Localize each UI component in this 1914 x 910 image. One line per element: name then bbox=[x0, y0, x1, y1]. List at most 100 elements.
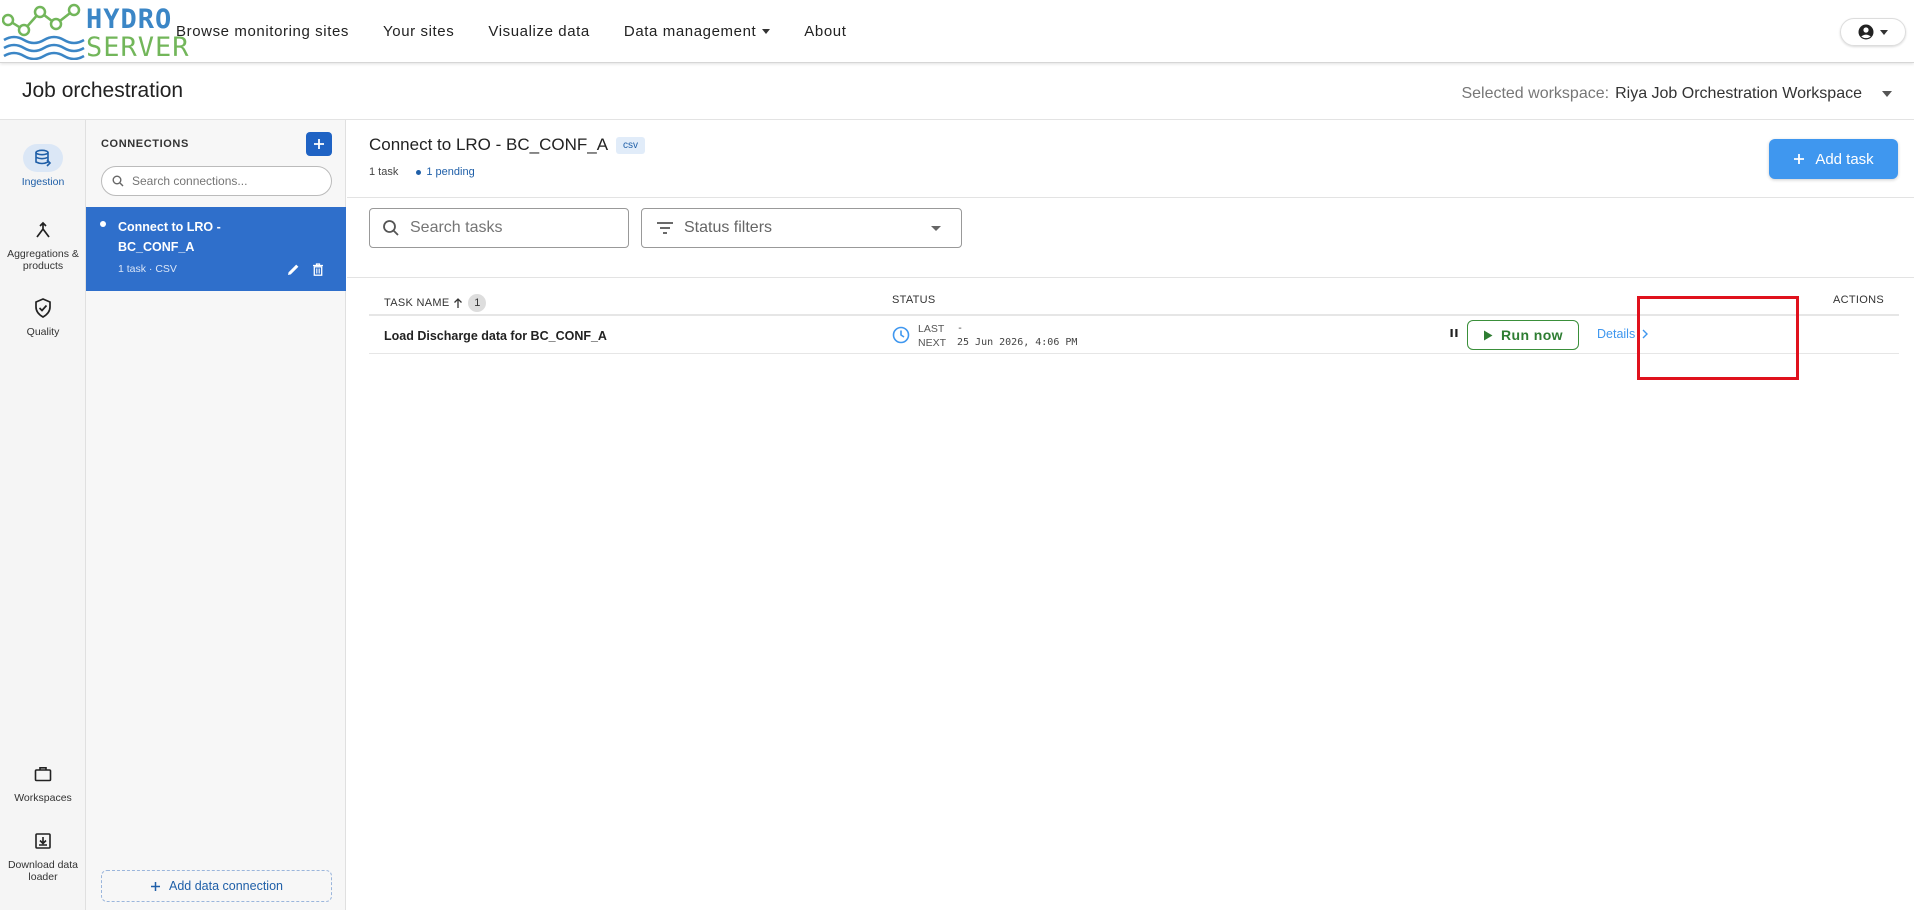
table-header: TASK NAME 1 STATUS ACTIONS bbox=[369, 280, 1899, 316]
pause-icon bbox=[1450, 329, 1458, 337]
last-run-line: LAST - bbox=[918, 322, 1077, 336]
database-import-icon bbox=[23, 144, 63, 172]
column-header-task-name[interactable]: TASK NAME 1 bbox=[384, 294, 487, 312]
column-header-status: STATUS bbox=[892, 294, 936, 306]
task-filter-bar: Status filters bbox=[347, 198, 1914, 278]
connection-title-text: Connect to LRO - BC_CONF_A bbox=[369, 135, 609, 154]
connection-search-input[interactable] bbox=[132, 174, 312, 188]
plus-icon bbox=[1794, 154, 1805, 164]
format-badge: csv bbox=[616, 136, 646, 154]
schedule-lines: LAST - NEXT 25 Jun 2026, 4:06 PM bbox=[918, 322, 1077, 350]
workspace-label: Selected workspace: bbox=[1461, 85, 1610, 102]
connection-header: Connect to LRO - BC_CONF_A csv 1 task 1 … bbox=[347, 120, 1914, 198]
connection-list-item-selected[interactable]: Connect to LRO - BC_CONF_A 1 task · CSV bbox=[86, 207, 346, 291]
nav-browse-monitoring-sites[interactable]: Browse monitoring sites bbox=[176, 23, 349, 40]
merge-icon bbox=[23, 216, 63, 244]
connections-title: CONNECTIONS bbox=[101, 138, 189, 150]
add-data-connection-button[interactable]: Add data connection bbox=[101, 870, 332, 902]
run-now-button[interactable]: Run now bbox=[1467, 320, 1579, 350]
hydroserver-logo[interactable]: HYDRO SERVER bbox=[1, 2, 189, 62]
filter-icon bbox=[657, 222, 673, 234]
plus-icon bbox=[151, 881, 160, 891]
plus-icon bbox=[314, 139, 324, 149]
status-filter-label: Status filters bbox=[684, 219, 773, 236]
rail-item-quality[interactable]: Quality bbox=[0, 294, 86, 338]
sort-order-badge: 1 bbox=[468, 294, 487, 312]
task-schedule-status: LAST - NEXT 25 Jun 2026, 4:06 PM bbox=[892, 322, 1077, 350]
rail-item-aggregations[interactable]: Aggregations & products bbox=[0, 216, 86, 272]
logo-line-1: HYDRO bbox=[86, 4, 173, 35]
nav-data-management[interactable]: Data management bbox=[623, 23, 771, 40]
add-connection-button[interactable] bbox=[306, 132, 332, 156]
task-details-label: Details bbox=[1597, 327, 1636, 341]
connection-title: Connect to LRO - BC_CONF_A csv bbox=[369, 135, 646, 155]
table-row[interactable]: Load Discharge data for BC_CONF_A LAST -… bbox=[369, 316, 1899, 354]
last-run-key: LAST bbox=[918, 323, 945, 335]
left-rail: Ingestion Aggregations & products Qualit… bbox=[0, 120, 86, 910]
user-menu-button[interactable] bbox=[1840, 18, 1906, 46]
logo-wordmark: HYDRO SERVER bbox=[86, 6, 190, 62]
add-task-button[interactable]: Add task bbox=[1769, 139, 1898, 179]
rail-label-aggregations: Aggregations & products bbox=[7, 248, 79, 272]
workspace-value: Riya Job Orchestration Workspace bbox=[1615, 85, 1862, 102]
search-icon bbox=[112, 175, 124, 187]
connection-stats: 1 task 1 pending bbox=[369, 166, 475, 178]
chevron-down-icon bbox=[1882, 91, 1892, 97]
task-count: 1 task bbox=[369, 166, 399, 178]
status-filter-select[interactable]: Status filters bbox=[641, 208, 962, 248]
chevron-down-icon bbox=[762, 29, 771, 34]
next-run-key: NEXT bbox=[918, 337, 947, 349]
next-run-value: 25 Jun 2026, 4:06 PM bbox=[957, 337, 1078, 348]
rail-label-workspaces: Workspaces bbox=[14, 792, 72, 804]
connection-search-field[interactable] bbox=[101, 166, 332, 196]
arrow-up-icon bbox=[454, 298, 463, 308]
delete-connection-button[interactable] bbox=[312, 263, 324, 281]
chevron-right-icon bbox=[1642, 329, 1649, 339]
account-circle-icon bbox=[1858, 24, 1874, 40]
download-box-icon bbox=[23, 827, 63, 855]
nav-about[interactable]: About bbox=[804, 23, 846, 40]
column-header-actions: ACTIONS bbox=[1833, 294, 1884, 306]
clock-icon bbox=[892, 326, 910, 344]
rail-label-download-loader: Download data loader bbox=[7, 859, 79, 883]
nav-data-management-label: Data management bbox=[623, 23, 757, 40]
pending-dot bbox=[416, 169, 422, 175]
nav-visualize-data[interactable]: Visualize data bbox=[488, 23, 590, 40]
briefcase-icon bbox=[23, 760, 63, 788]
main-content: Connect to LRO - BC_CONF_A csv 1 task 1 … bbox=[347, 120, 1914, 910]
shield-check-icon bbox=[23, 294, 63, 322]
search-icon bbox=[383, 220, 399, 236]
workspace-selector[interactable]: Selected workspace: Riya Job Orchestrati… bbox=[1461, 85, 1892, 103]
logo-line-2: SERVER bbox=[86, 32, 190, 63]
chevron-down-icon bbox=[1880, 29, 1888, 35]
pencil-icon bbox=[288, 264, 299, 275]
rail-item-ingestion[interactable]: Ingestion bbox=[0, 144, 86, 188]
next-run-line: NEXT 25 Jun 2026, 4:06 PM bbox=[918, 336, 1077, 350]
task-search-field[interactable] bbox=[369, 208, 629, 248]
rail-label-ingestion: Ingestion bbox=[21, 176, 65, 188]
main-nav: Browse monitoring sites Your sites Visua… bbox=[176, 0, 881, 63]
nav-your-sites[interactable]: Your sites bbox=[383, 23, 454, 40]
page-title: Job orchestration bbox=[22, 79, 184, 102]
last-run-value: - bbox=[957, 323, 964, 334]
rail-item-download-loader[interactable]: Download data loader bbox=[0, 827, 86, 883]
pause-task-button[interactable] bbox=[1447, 326, 1461, 345]
tasks-table: TASK NAME 1 STATUS ACTIONS Load Discharg… bbox=[369, 280, 1899, 354]
pending-count: 1 pending bbox=[416, 166, 475, 178]
play-icon bbox=[1484, 330, 1493, 340]
top-navbar: HYDRO SERVER Browse monitoring sites You… bbox=[0, 0, 1914, 63]
task-search-input[interactable] bbox=[410, 219, 610, 237]
connection-meta: 1 task · CSV bbox=[118, 263, 177, 275]
add-task-label: Add task bbox=[1815, 150, 1874, 168]
column-header-task-name-label: TASK NAME bbox=[384, 297, 450, 309]
connection-status-dot bbox=[100, 221, 106, 227]
rail-label-quality: Quality bbox=[26, 326, 60, 338]
run-now-label: Run now bbox=[1501, 327, 1563, 343]
edit-connection-button[interactable] bbox=[287, 263, 300, 281]
chevron-down-icon bbox=[931, 225, 941, 231]
trash-icon bbox=[313, 263, 323, 276]
logo-graph-icon bbox=[1, 3, 85, 61]
connection-name: Connect to LRO - BC_CONF_A bbox=[118, 220, 221, 254]
rail-item-workspaces[interactable]: Workspaces bbox=[0, 760, 86, 804]
task-details-link[interactable]: Details bbox=[1597, 327, 1649, 341]
